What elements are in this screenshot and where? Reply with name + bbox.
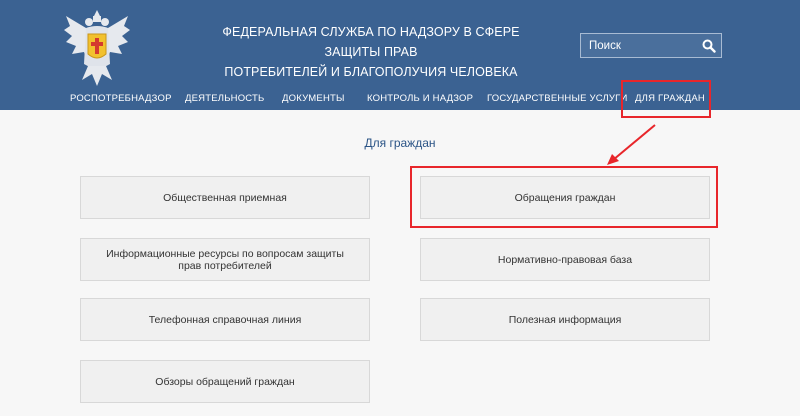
site-title: ФЕДЕРАЛЬНАЯ СЛУЖБА ПО НАДЗОРУ В СФЕРЕ ЗА… xyxy=(196,22,546,82)
search-input[interactable] xyxy=(581,34,696,57)
card-phone-hotline[interactable]: Телефонная справочная линия xyxy=(80,298,370,341)
card-highlight-frame xyxy=(410,166,718,228)
card-appeals-reviews[interactable]: Обзоры обращений граждан xyxy=(80,360,370,403)
search-box xyxy=(580,33,722,58)
page-title: Для граждан xyxy=(364,136,436,150)
nav-item-documents[interactable]: ДОКУМЕНТЫ xyxy=(282,93,345,104)
card-regulatory-base[interactable]: Нормативно-правовая база xyxy=(420,238,710,281)
nav-item-rospotrebnadzor[interactable]: РОСПОТРЕБНАДЗОР xyxy=(70,93,172,104)
card-useful-info[interactable]: Полезная информация xyxy=(420,298,710,341)
site-title-line-1: ФЕДЕРАЛЬНАЯ СЛУЖБА ПО НАДЗОРУ В СФЕРЕ ЗА… xyxy=(222,25,520,59)
nav-highlight-frame xyxy=(621,80,711,118)
nav-item-gov-services[interactable]: ГОСУДАРСТВЕННЫЕ УСЛУГИ xyxy=(487,93,628,104)
site-title-line-2: ПОТРЕБИТЕЛЕЙ И БЛАГОПОЛУЧИЯ ЧЕЛОВЕКА xyxy=(224,65,518,79)
nav-item-control[interactable]: КОНТРОЛЬ И НАДЗОР xyxy=(367,93,473,104)
search-icon[interactable] xyxy=(702,39,716,53)
eagle-emblem-icon[interactable] xyxy=(64,8,130,88)
nav-item-activity[interactable]: ДЕЯТЕЛЬНОСТЬ xyxy=(185,93,264,104)
card-info-resources[interactable]: Информационные ресурсы по вопросам защит… xyxy=(80,238,370,281)
card-public-reception[interactable]: Общественная приемная xyxy=(80,176,370,219)
